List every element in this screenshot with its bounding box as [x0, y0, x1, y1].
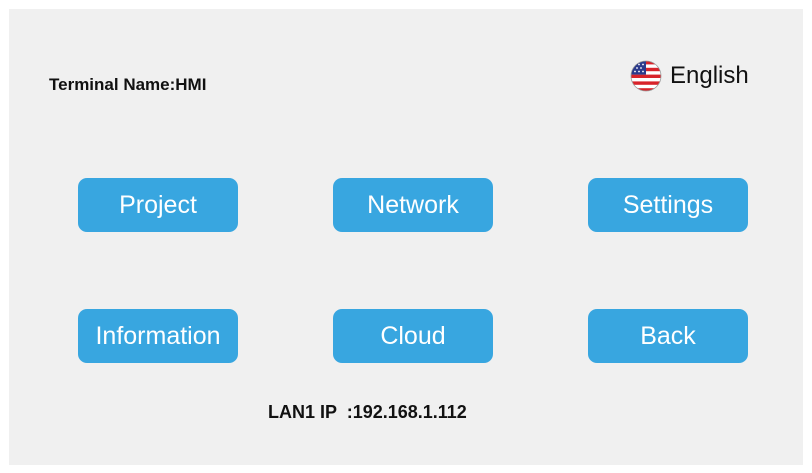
project-button[interactable]: Project: [78, 178, 238, 232]
hmi-system-screen: Terminal Name:HMI English Project Networ…: [9, 9, 803, 465]
terminal-name-value: HMI: [175, 75, 207, 94]
network-button[interactable]: Network: [333, 178, 493, 232]
lan1-ip-label: LAN1 IP :: [268, 402, 353, 422]
lan1-ip-value: 192.168.1.112: [352, 402, 467, 422]
language-selector[interactable]: English: [630, 59, 749, 93]
information-button[interactable]: Information: [78, 309, 238, 363]
settings-button[interactable]: Settings: [588, 178, 748, 232]
us-flag-icon: [630, 60, 662, 92]
terminal-name-display: Terminal Name:HMI: [49, 75, 206, 95]
lan1-ip-display: LAN1 IP :192.168.1.112: [268, 402, 467, 423]
language-label: English: [670, 62, 749, 89]
back-button[interactable]: Back: [588, 309, 748, 363]
terminal-name-label: Terminal Name:: [49, 75, 176, 94]
cloud-button[interactable]: Cloud: [333, 309, 493, 363]
